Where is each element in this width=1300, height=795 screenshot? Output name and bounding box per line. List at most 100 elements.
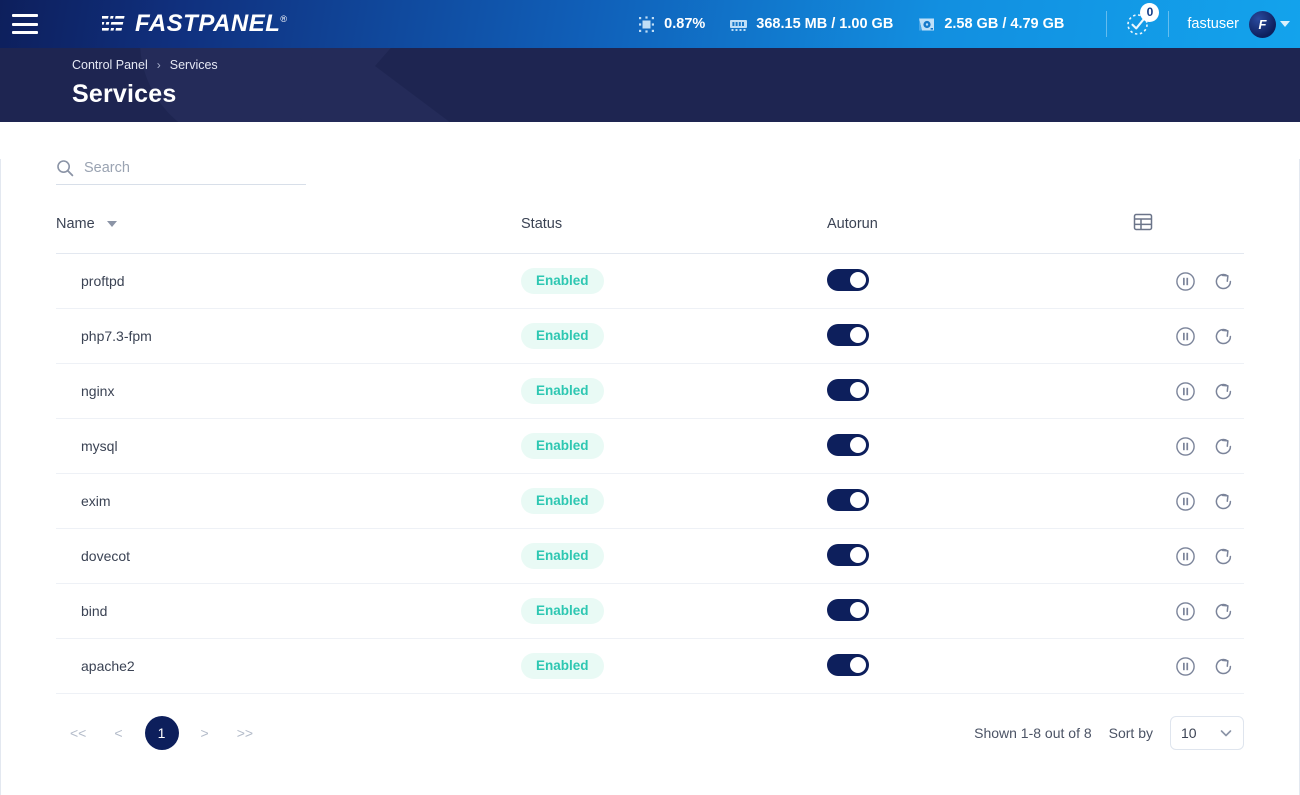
toggle-knob <box>850 326 866 343</box>
pause-icon[interactable] <box>1175 326 1196 347</box>
table-row[interactable]: mysql Enabled <box>56 418 1244 474</box>
pause-icon[interactable] <box>1175 436 1196 457</box>
column-header-name[interactable]: Name <box>56 212 521 254</box>
page-banner: Control Panel › Services Services <box>0 48 1300 122</box>
sort-desc-icon[interactable] <box>106 221 117 228</box>
search-icon <box>56 159 74 177</box>
status-badge: Enabled <box>521 653 604 679</box>
autorun-toggle[interactable] <box>827 653 869 676</box>
column-header-autorun[interactable]: Autorun <box>827 212 1133 254</box>
autorun-toggle[interactable] <box>827 598 869 621</box>
username-label: fastuser <box>1187 16 1239 32</box>
column-header-status[interactable]: Status <box>521 212 827 254</box>
cpu-stat[interactable]: 0.87% <box>637 15 705 34</box>
restart-icon[interactable] <box>1213 436 1234 457</box>
pagination-next[interactable]: > <box>187 725 223 741</box>
table-row[interactable]: php7.3-fpm Enabled <box>56 308 1244 364</box>
menu-toggle-icon[interactable] <box>12 14 38 34</box>
cell-service-name: nginx <box>56 363 521 419</box>
tasks-button[interactable]: 0 <box>1125 2 1160 37</box>
pause-icon[interactable] <box>1175 546 1196 567</box>
disk-stat[interactable]: 2.58 GB / 4.79 GB <box>917 15 1064 34</box>
table-head: Name Status Autorun <box>56 212 1244 254</box>
pagination-first[interactable]: << <box>56 725 100 741</box>
service-name-label: bind <box>81 603 108 619</box>
autorun-toggle[interactable] <box>827 268 869 291</box>
table-row[interactable]: apache2 Enabled <box>56 638 1244 694</box>
pagination-page-1[interactable]: 1 <box>144 716 179 750</box>
chevron-down-icon <box>1219 726 1233 740</box>
row-actions <box>1133 436 1244 457</box>
table-row[interactable]: exim Enabled <box>56 473 1244 529</box>
user-menu-chevron-down-icon[interactable] <box>1280 21 1290 27</box>
cell-autorun <box>827 418 1133 474</box>
column-header-name-label: Name <box>56 216 95 232</box>
status-badge: Enabled <box>521 488 604 514</box>
breadcrumb-item-control-panel[interactable]: Control Panel <box>72 58 148 72</box>
hamburger-line <box>12 22 38 26</box>
restart-icon[interactable] <box>1213 326 1234 347</box>
row-actions <box>1133 601 1244 622</box>
ram-stat[interactable]: 368.15 MB / 1.00 GB <box>729 15 893 34</box>
autorun-toggle[interactable] <box>827 378 869 401</box>
brand-name: FASTPANEL® <box>135 10 288 37</box>
pause-icon[interactable] <box>1175 381 1196 402</box>
restart-icon[interactable] <box>1213 656 1234 677</box>
cell-autorun <box>827 473 1133 529</box>
table-row[interactable]: dovecot Enabled <box>56 528 1244 584</box>
toggle-knob <box>850 491 866 508</box>
ram-value: 368.15 MB / 1.00 GB <box>756 16 894 32</box>
cell-actions <box>1133 638 1244 694</box>
hamburger-line <box>12 14 38 17</box>
pause-icon[interactable] <box>1175 601 1196 622</box>
breadcrumb-separator: › <box>156 58 161 72</box>
restart-icon[interactable] <box>1213 546 1234 567</box>
shown-count-label: Shown 1-8 out of 8 <box>974 725 1092 741</box>
pagination-prev[interactable]: < <box>100 725 136 741</box>
restart-icon[interactable] <box>1213 381 1234 402</box>
row-actions <box>1133 656 1244 677</box>
cell-actions <box>1133 528 1244 584</box>
cell-status: Enabled <box>521 363 827 419</box>
columns-settings-icon[interactable] <box>1133 212 1153 232</box>
breadcrumb-item-services[interactable]: Services <box>170 58 218 72</box>
pause-icon[interactable] <box>1175 271 1196 292</box>
service-name-label: mysql <box>81 438 118 454</box>
autorun-toggle[interactable] <box>827 488 869 511</box>
table-row[interactable]: bind Enabled <box>56 583 1244 639</box>
restart-icon[interactable] <box>1213 491 1234 512</box>
registered-mark: ® <box>280 14 288 24</box>
search-bar[interactable] <box>56 159 306 185</box>
divider <box>1168 11 1170 37</box>
status-badge: Enabled <box>521 378 604 404</box>
table-row[interactable]: proftpd Enabled <box>56 253 1244 309</box>
autorun-toggle[interactable] <box>827 433 869 456</box>
table-row[interactable]: nginx Enabled <box>56 363 1244 419</box>
table-body: proftpd Enabled php7.3-fpm Enabled nginx Enab… <box>56 253 1244 694</box>
cpu-value: 0.87% <box>664 16 706 32</box>
restart-icon[interactable] <box>1213 271 1234 292</box>
status-badge: Enabled <box>521 543 604 569</box>
pause-icon[interactable] <box>1175 491 1196 512</box>
disk-icon <box>917 15 936 34</box>
row-actions <box>1133 491 1244 512</box>
cell-actions <box>1133 583 1244 639</box>
column-header-status-label: Status <box>521 216 563 232</box>
status-badge: Enabled <box>521 433 604 459</box>
autorun-toggle[interactable] <box>827 543 869 566</box>
toggle-knob <box>850 601 866 618</box>
service-name-label: php7.3-fpm <box>81 328 152 344</box>
pause-icon[interactable] <box>1175 656 1196 677</box>
pagination-last[interactable]: >> <box>223 725 267 741</box>
autorun-toggle[interactable] <box>827 323 869 346</box>
cell-autorun <box>827 528 1133 584</box>
service-name-label: proftpd <box>81 273 125 289</box>
service-name-label: nginx <box>81 383 115 399</box>
page-size-select[interactable]: 10 <box>1170 716 1244 750</box>
row-actions <box>1133 326 1244 347</box>
restart-icon[interactable] <box>1213 601 1234 622</box>
avatar[interactable]: F <box>1249 10 1276 38</box>
brand-logo[interactable]: FASTPANEL® <box>98 10 288 38</box>
cell-actions <box>1133 308 1244 364</box>
search-input[interactable] <box>84 160 306 176</box>
